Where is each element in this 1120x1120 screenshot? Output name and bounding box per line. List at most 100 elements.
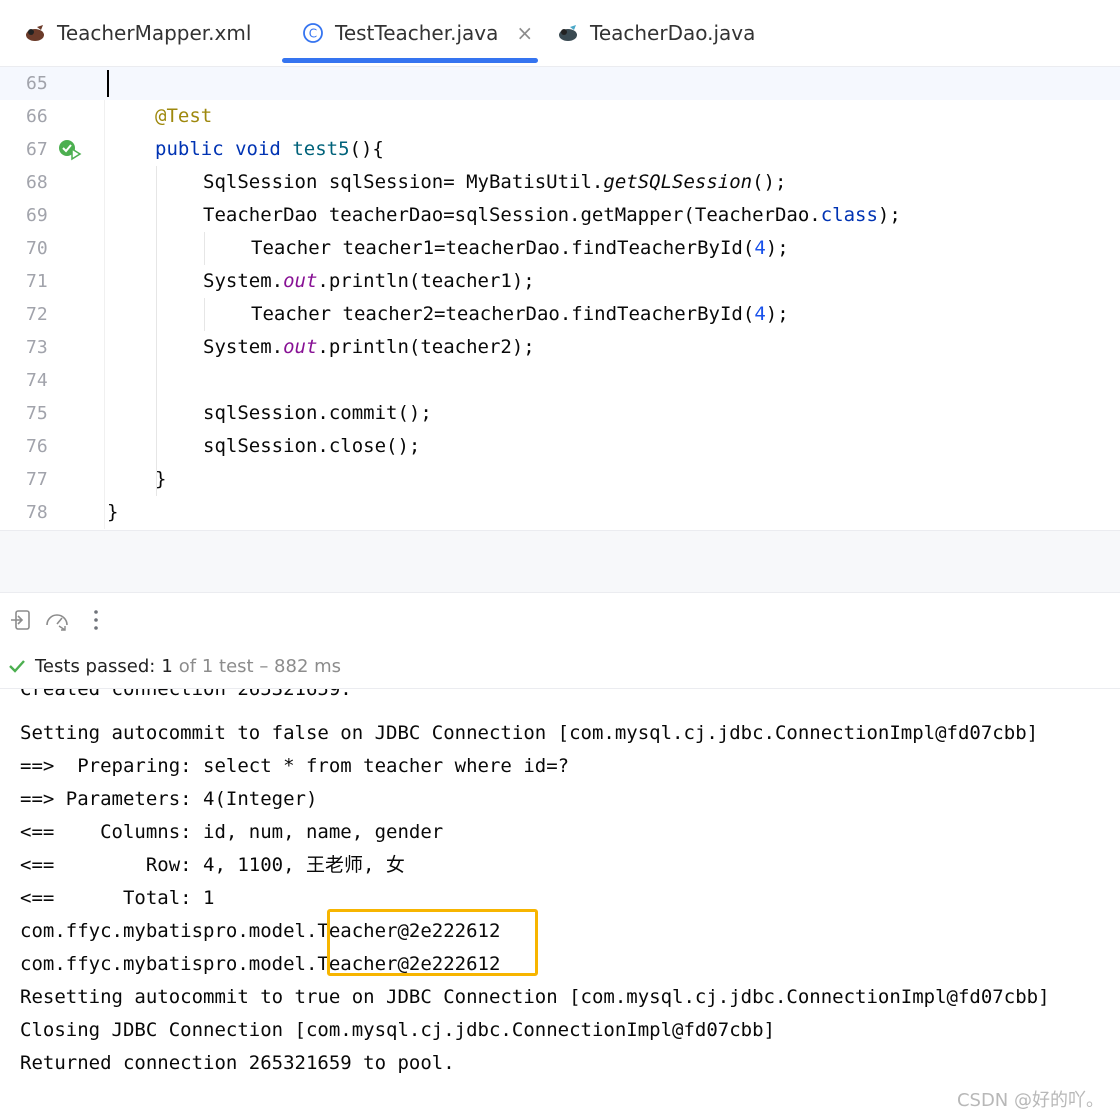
panel-divider[interactable] [0,530,1120,593]
code-token: Teacher teacher1=teacherDao.findTeacherB… [251,237,755,259]
code-line[interactable]: 68 SqlSession sqlSession= MyBatisUtil.ge… [0,166,1120,199]
code-token: ); [765,237,789,259]
keyword-token: public [155,138,224,160]
code-line[interactable]: 75 sqlSession.commit(); [0,397,1120,430]
highlight-annotation-box [327,909,538,976]
tab-label: TestTeacher.java [335,21,499,45]
console-line: Setting autocommit to false on JDBC Conn… [20,722,1039,744]
code-text: } [155,468,167,490]
number-token: 4 [754,237,766,259]
line-number: 68 [26,172,48,193]
code-text: System.out.println(teacher2); [203,331,535,364]
code-line[interactable]: 67 public void test5(){ [0,133,1120,166]
check-icon [8,657,26,675]
java-class-icon: C [300,20,326,46]
mybatis-bird-icon [555,20,581,46]
line-number: 77 [26,469,48,490]
static-field-token: out [283,336,318,358]
code-token: (); [752,171,787,193]
code-line[interactable]: 70 Teacher teacher1=teacherDao.findTeach… [0,232,1120,265]
code-line[interactable]: 76 sqlSession.close(); [0,430,1120,463]
line-number: 74 [26,370,48,391]
code-line[interactable]: 74 [0,364,1120,397]
console-line: Returned connection 265321659 to pool. [20,1052,455,1074]
console-line: ==> Preparing: select * from teacher whe… [20,755,570,777]
code-text: Teacher teacher1=teacherDao.findTeacherB… [251,232,789,265]
annotation-token: @Test [155,105,213,127]
line-number: 65 [26,73,48,94]
code-editor[interactable]: 65 66 @Test 67 public void test5(){ 68 S… [0,67,1120,529]
line-number: 66 [26,106,48,127]
console-line: <== Columns: id, num, name, gender [20,821,444,843]
watermark: CSDN @好的吖。 [956,1090,1104,1111]
code-token: SqlSession sqlSession= MyBatisUtil. [203,171,604,193]
static-field-token: out [283,270,318,292]
active-tab-indicator [282,58,538,63]
tab-testteacher-java[interactable]: C TestTeacher.java × [300,0,533,66]
code-token: TeacherDao teacherDao=sqlSession.getMapp… [203,204,821,226]
line-number: 71 [26,271,48,292]
line-number: 78 [26,502,48,523]
code-line[interactable]: 71 System.out.println(teacher1); [0,265,1120,298]
code-line[interactable]: 66 @Test [0,100,1120,133]
code-token: Teacher teacher2=teacherDao.findTeacherB… [251,303,755,325]
code-token: System. [203,270,284,292]
line-number: 67 [26,139,48,160]
code-token: System. [203,336,284,358]
gauge-icon[interactable] [44,607,70,633]
code-line[interactable]: 78 } [0,496,1120,529]
code-line[interactable]: 69 TeacherDao teacherDao=sqlSession.getM… [0,199,1120,232]
console-line: ==> Parameters: 4(Integer) [20,788,318,810]
code-text: } [107,501,119,523]
line-number: 75 [26,403,48,424]
tab-teacherdao-java[interactable]: TeacherDao.java [555,0,755,66]
line-number: 76 [26,436,48,457]
line-number: 72 [26,304,48,325]
close-icon[interactable]: × [516,21,533,45]
import-tests-icon[interactable] [8,607,34,633]
code-text: TeacherDao teacherDao=sqlSession.getMapp… [203,199,901,232]
keyword-token: void [235,138,281,160]
keyword-token: class [820,204,878,226]
code-text: System.out.println(teacher1); [203,265,535,298]
code-line[interactable]: 77 } [0,463,1120,496]
console-output[interactable]: Created connection 265321659. Setting au… [0,689,1120,1120]
line-number: 69 [26,205,48,226]
console-line: Resetting autocommit to true on JDBC Con… [20,986,1050,1008]
code-line[interactable]: 73 System.out.println(teacher2); [0,331,1120,364]
svg-text:C: C [309,27,317,41]
mybatis-bird-icon [22,20,48,46]
code-line[interactable]: 65 [0,67,1120,100]
console-line: <== Total: 1 [20,887,215,909]
run-toolbar [0,592,1120,645]
code-token: .println(teacher1); [317,270,535,292]
code-token: ); [765,303,789,325]
tab-label: TeacherDao.java [590,21,756,45]
tab-label: TeacherMapper.xml [57,21,252,45]
console-line: Created connection 265321659. [20,689,352,700]
text-caret [107,70,109,97]
line-number: 73 [26,337,48,358]
code-text: sqlSession.close(); [203,435,421,457]
code-text: Teacher teacher2=teacherDao.findTeacherB… [251,298,789,331]
tab-teachermapper-xml[interactable]: TeacherMapper.xml [22,0,251,66]
tests-passed-count: 1 [161,655,173,677]
console-line: Closing JDBC Connection [com.mysql.cj.jd… [20,1019,775,1041]
code-text: SqlSession sqlSession= MyBatisUtil.getSQ… [203,166,786,199]
number-token: 4 [754,303,766,325]
tests-summary: of 1 test – 882 ms [178,655,342,677]
more-options-icon[interactable] [83,607,109,633]
code-token: .println(teacher2); [317,336,535,358]
code-text: sqlSession.commit(); [203,402,432,424]
code-line[interactable]: 72 Teacher teacher2=teacherDao.findTeach… [0,298,1120,331]
static-method-token: getSQLSession [603,171,753,193]
code-token: (){ [349,138,384,160]
method-name-token: test5 [292,138,350,160]
editor-tab-bar: TeacherMapper.xml C TestTeacher.java × T… [0,0,1120,67]
run-test-icon[interactable] [58,139,82,161]
line-number: 70 [26,238,48,259]
code-text: public void test5(){ [155,133,384,166]
code-token: ); [877,204,901,226]
tests-passed-label: Tests passed: [35,655,156,677]
console-line: <== Row: 4, 1100, 王老师, 女 [20,854,405,876]
